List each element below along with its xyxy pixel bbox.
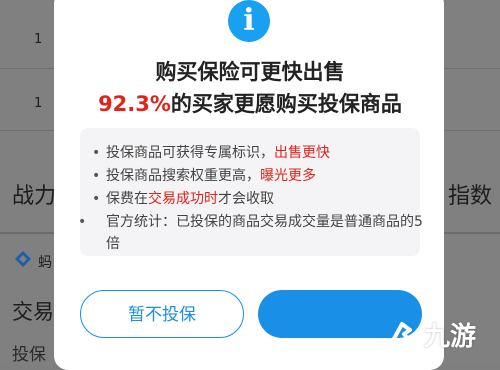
- bg-label-zhishu: 指数: [448, 184, 493, 209]
- bullet: •: [92, 145, 101, 161]
- benefit-text-after: 才会收取: [218, 191, 274, 207]
- watermark-text: 九游: [424, 322, 477, 352]
- bg-label-trade: 交易: [12, 300, 54, 324]
- benefit-item: • 官方统计：已投保的商品交易成交量是普通商品的5倍: [78, 211, 426, 255]
- bullet: •: [92, 191, 101, 207]
- bg-label-zhanli: 战力: [12, 184, 57, 209]
- buyer-percentage: 92.3%: [98, 92, 171, 116]
- benefit-text: 官方统计：已投保的商品交易成交量是普通商品的5倍: [106, 214, 423, 252]
- bg-label-ant: 蚂: [38, 255, 52, 271]
- dialog-subtitle: 92.3%的买家更愿购买投保商品: [0, 88, 500, 118]
- benefit-item: • 保费在交易成功时才会收取: [92, 188, 412, 210]
- dialog-title: 购买保险可更快出售: [155, 60, 345, 84]
- info-icon: i: [228, 0, 270, 42]
- bg-label-insure: 投保: [12, 345, 46, 365]
- watermark: 九游: [380, 312, 498, 358]
- bullet: •: [92, 168, 101, 184]
- benefit-highlight: 交易成功时: [148, 191, 218, 207]
- benefits-box: • 投保商品可获得专属标识，出售更快 • 投保商品搜索权重更高，曝光更多 • 保费在交…: [78, 128, 423, 256]
- jiuyou-logo-icon: [388, 322, 416, 348]
- decline-insurance-button[interactable]: 暂不投保: [80, 290, 244, 338]
- bg-row-char: 1: [34, 32, 43, 47]
- benefit-text: 投保商品搜索权重更高，: [106, 168, 260, 184]
- benefit-highlight: 出售更快: [274, 145, 330, 161]
- benefit-text: 保费在: [106, 191, 148, 207]
- benefit-item: • 投保商品搜索权重更高，曝光更多: [92, 165, 412, 187]
- ant-logo-icon: [15, 251, 31, 267]
- benefit-highlight: 曝光更多: [260, 168, 316, 184]
- subtitle-rest: 的买家更愿购买投保商品: [170, 92, 402, 116]
- benefit-item: • 投保商品可获得专属标识，出售更快: [92, 142, 412, 164]
- benefit-text: 投保商品可获得专属标识，: [106, 145, 274, 161]
- bullet: •: [78, 214, 87, 230]
